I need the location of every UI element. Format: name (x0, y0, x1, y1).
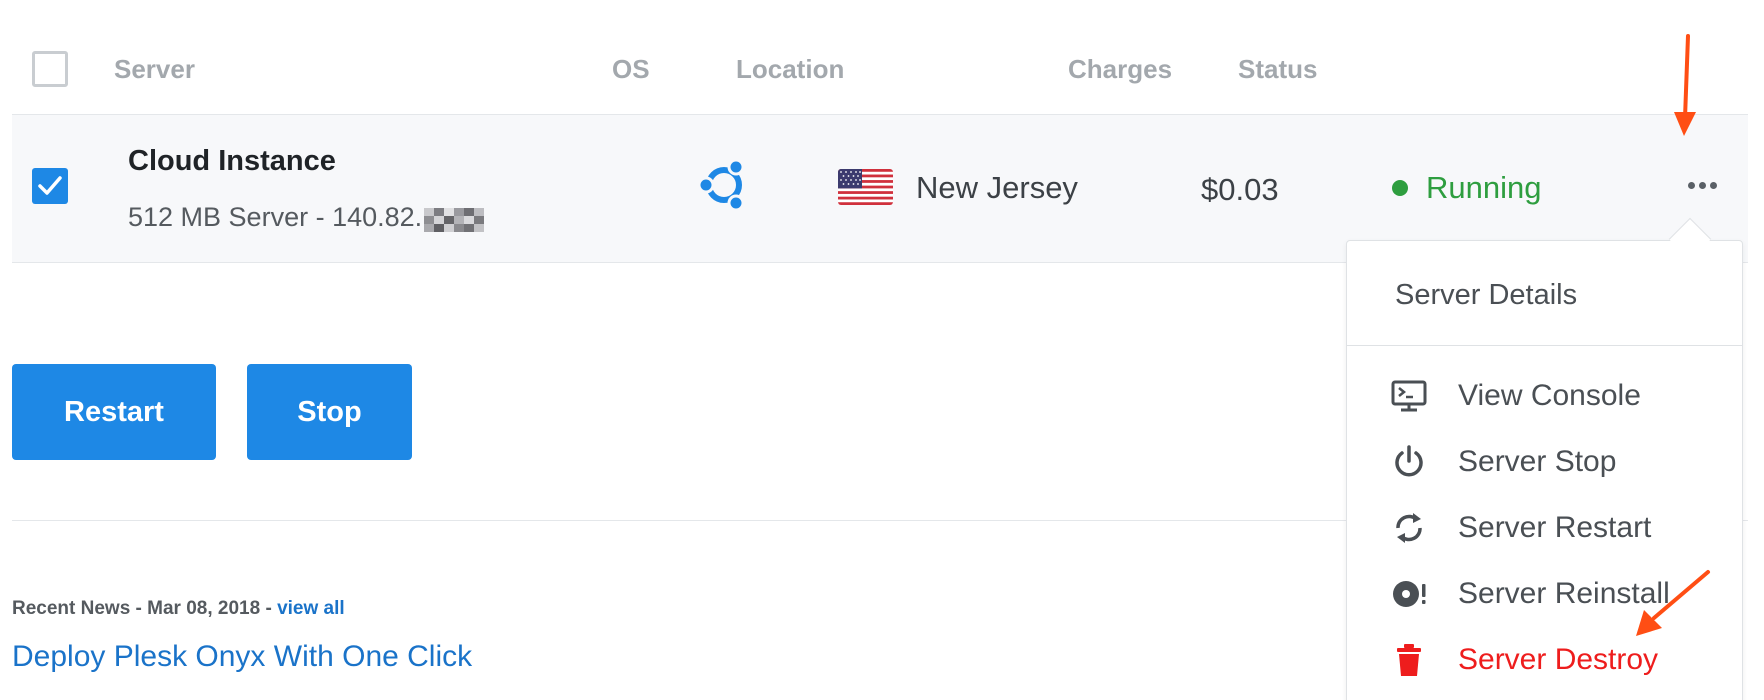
redacted-ip-mask (424, 207, 485, 232)
select-all-checkbox[interactable] (32, 51, 68, 87)
dot-icon (1698, 181, 1706, 189)
ubuntu-icon (697, 158, 748, 216)
location-text: New Jersey (916, 170, 1078, 205)
restart-button[interactable]: Restart (12, 364, 216, 460)
charges-text: $0.03 (1201, 172, 1279, 207)
view-all-link[interactable]: view all (277, 598, 345, 619)
refresh-icon (1391, 510, 1427, 546)
server-name[interactable]: Cloud Instance (128, 145, 336, 178)
server-row-checkbox[interactable] (32, 168, 68, 204)
disc-icon (1391, 576, 1427, 612)
status-dot-icon (1392, 180, 1408, 196)
recent-news-meta: Recent News - Mar 08, 2018 - view all (12, 598, 345, 620)
column-header-charges[interactable]: Charges (1068, 54, 1172, 85)
dot-icon (1709, 181, 1717, 189)
server-details-label: Server Details (1395, 279, 1578, 311)
column-header-os[interactable]: OS (612, 54, 650, 85)
us-flag-icon (838, 169, 893, 205)
menu-item-server-destroy[interactable]: Server Destroy (1347, 630, 1742, 690)
menu-item-server-details[interactable]: Server Details (1347, 241, 1742, 346)
news-headline-link[interactable]: Deploy Plesk Onyx With One Click (12, 640, 472, 674)
column-header-server[interactable]: Server (114, 54, 195, 85)
server-destroy-label: Server Destroy (1458, 643, 1659, 676)
recent-news-date: Recent News - Mar 08, 2018 - (12, 598, 278, 619)
view-console-label: View Console (1458, 379, 1641, 412)
status-text: Running (1426, 170, 1542, 205)
menu-item-server-stop[interactable]: Server Stop (1347, 432, 1742, 492)
server-restart-label: Server Restart (1458, 511, 1652, 544)
stop-button[interactable]: Stop (247, 364, 412, 460)
server-description-text: 512 MB Server - 140.82. (128, 202, 423, 232)
column-header-status[interactable]: Status (1238, 54, 1317, 85)
server-description: 512 MB Server - 140.82. (128, 202, 485, 233)
server-reinstall-label: Server Reinstall (1458, 577, 1670, 610)
table-header: Server OS Location Charges Status (12, 0, 1748, 115)
check-icon (38, 176, 62, 195)
menu-item-view-console[interactable]: View Console (1347, 366, 1742, 426)
console-icon (1391, 378, 1427, 414)
more-options-button[interactable] (1672, 165, 1732, 205)
column-header-location[interactable]: Location (736, 54, 844, 85)
dot-icon (1687, 181, 1695, 189)
menu-item-server-reinstall[interactable]: Server Reinstall (1347, 564, 1742, 624)
server-actions-menu: Server Details View Console Server Stop (1346, 240, 1743, 700)
status-indicator: Running (1392, 170, 1541, 206)
trash-icon (1391, 642, 1427, 678)
server-stop-label: Server Stop (1458, 445, 1617, 478)
power-icon (1391, 444, 1427, 480)
menu-item-server-restart[interactable]: Server Restart (1347, 498, 1742, 558)
